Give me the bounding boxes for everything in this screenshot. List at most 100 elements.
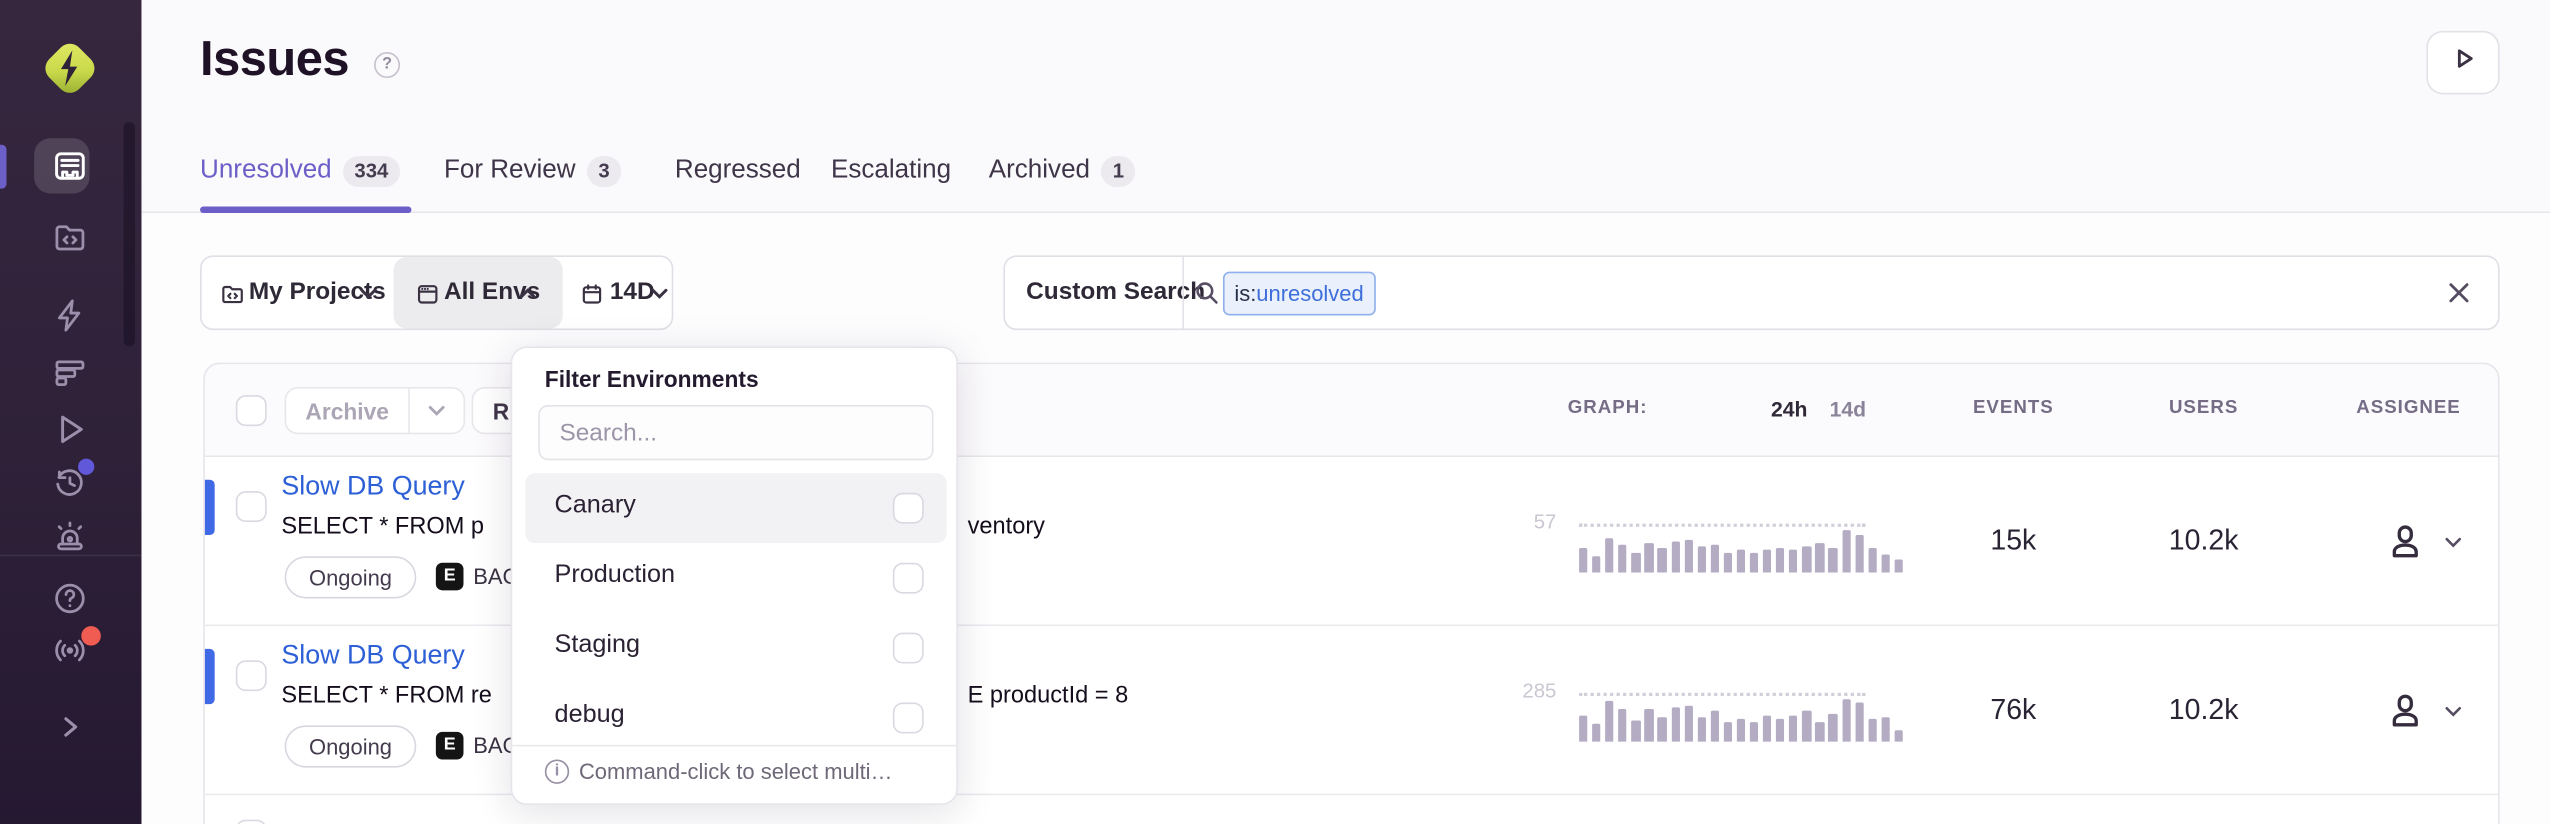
- environment-filter-dropdown: Filter Environments Canary Production St…: [511, 346, 958, 805]
- project-platform-badge: E: [436, 563, 464, 591]
- app-root: Issues ? Unresolved 334 For Review 3 Reg…: [0, 0, 2550, 824]
- env-option-production[interactable]: Production: [525, 543, 946, 613]
- page-title: Issues: [200, 33, 349, 88]
- option-checkbox[interactable]: [893, 703, 924, 734]
- alerts-icon[interactable]: [50, 517, 89, 556]
- info-icon: i: [545, 759, 569, 783]
- option-label: Canary: [555, 491, 636, 520]
- column-graph: GRAPH:: [1441, 398, 1648, 418]
- chevron-down-icon: [359, 286, 377, 301]
- column-assignee: ASSIGNEE: [2311, 398, 2506, 418]
- sidebar: [0, 0, 141, 824]
- archive-dropdown-caret[interactable]: [410, 389, 464, 433]
- unread-indicator-bar: [205, 480, 215, 535]
- sidebar-scrollbar[interactable]: [124, 122, 135, 346]
- option-checkbox[interactable]: [893, 563, 924, 594]
- projects-folder-icon: [220, 281, 246, 307]
- dropdown-footer-hint: i Command-click to select multi…: [545, 759, 893, 783]
- footer-hint-text: Command-click to select multi…: [579, 759, 893, 783]
- select-all-checkbox[interactable]: [236, 395, 267, 426]
- issue-title-link[interactable]: Slow DB Query: [281, 641, 464, 672]
- play-demo-button[interactable]: [2426, 31, 2499, 94]
- option-label: debug: [555, 701, 625, 730]
- sentry-logo-icon[interactable]: [37, 29, 102, 107]
- custom-search-button[interactable]: Custom Search: [1026, 278, 1205, 306]
- row-checkbox[interactable]: [236, 660, 267, 691]
- archive-split-button[interactable]: Archive: [285, 387, 466, 434]
- help-badge-icon[interactable]: ?: [374, 52, 400, 78]
- replays-icon[interactable]: [50, 410, 89, 449]
- graph-range-14d[interactable]: 14d: [1830, 397, 1866, 421]
- tab-label: For Review: [444, 156, 576, 185]
- row-checkbox[interactable]: [236, 820, 267, 824]
- search-divider: [1182, 257, 1184, 329]
- performance-icon[interactable]: [50, 296, 89, 335]
- graph-range-24h[interactable]: 24h: [1771, 397, 1807, 421]
- option-checkbox[interactable]: [893, 493, 924, 524]
- status-badge[interactable]: Ongoing: [285, 725, 417, 767]
- dropdown-title: Filter Environments: [545, 366, 759, 392]
- option-label: Staging: [555, 631, 641, 660]
- page-filter-bar: My Projects All Envs 14D: [200, 255, 673, 330]
- chevron-down-icon: [651, 286, 669, 301]
- issue-snippet-left: SELECT * FROM p: [281, 514, 484, 540]
- assignee-avatar-icon[interactable]: [2384, 690, 2426, 732]
- tab-escalating[interactable]: Escalating: [831, 151, 951, 190]
- assignee-chevron-down-icon[interactable]: [2443, 701, 2464, 722]
- play-icon: [2445, 41, 2481, 85]
- issues-icon[interactable]: [50, 146, 89, 185]
- whats-new-badge-dot: [81, 626, 101, 646]
- search-bar: Custom Search is:unresolved: [1003, 255, 2499, 330]
- profiling-icon[interactable]: [50, 353, 89, 392]
- users-count: 10.2k: [2106, 693, 2301, 727]
- sidebar-collapse-icon[interactable]: [50, 707, 89, 746]
- tab-label: Escalating: [831, 156, 951, 185]
- tab-for-review[interactable]: For Review 3: [444, 151, 621, 190]
- events-sparkline[interactable]: [1579, 529, 1909, 573]
- tab-count-badge: 334: [343, 155, 400, 186]
- calendar-icon: [579, 281, 605, 307]
- date-range-filter-button[interactable]: 14D: [610, 278, 655, 306]
- graph-peak-label: 285: [1457, 680, 1556, 703]
- env-option-staging[interactable]: Staging: [525, 613, 946, 683]
- help-icon[interactable]: [50, 579, 89, 618]
- graph-peak-label: 57: [1457, 511, 1556, 534]
- events-sparkline[interactable]: [1579, 698, 1909, 742]
- search-token-is-unresolved[interactable]: is:unresolved: [1223, 272, 1375, 316]
- token-key: is:: [1234, 281, 1256, 305]
- tab-regressed[interactable]: Regressed: [675, 151, 801, 190]
- env-option-canary[interactable]: Canary: [525, 473, 946, 543]
- issue-snippet-right: ventory: [968, 514, 1045, 540]
- chevron-up-icon: [519, 286, 537, 301]
- projects-icon[interactable]: [50, 218, 89, 257]
- unread-indicator-bar: [205, 649, 215, 704]
- archive-button-label[interactable]: Archive: [286, 389, 410, 433]
- issue-snippet-right: E productId = 8: [968, 683, 1129, 709]
- tab-archived[interactable]: Archived 1: [989, 151, 1136, 190]
- tab-label: Regressed: [675, 156, 801, 185]
- token-value: unresolved: [1256, 281, 1363, 305]
- environments-window-icon: [415, 281, 441, 307]
- assignee-chevron-down-icon[interactable]: [2443, 532, 2464, 553]
- row-checkbox[interactable]: [236, 491, 267, 522]
- environment-search-input[interactable]: [538, 405, 933, 460]
- assignee-avatar-icon[interactable]: [2384, 520, 2426, 562]
- sidebar-divider: [0, 555, 141, 557]
- dropdown-footer-divider: [512, 745, 956, 747]
- column-users: USERS: [2106, 398, 2301, 418]
- tab-unresolved[interactable]: Unresolved 334: [200, 151, 400, 190]
- active-item-accent-bar: [0, 145, 7, 189]
- env-option-debug[interactable]: debug: [525, 683, 946, 753]
- tab-label: Unresolved: [200, 156, 332, 185]
- tab-label: Archived: [989, 156, 1090, 185]
- tab-count-badge: 3: [587, 155, 621, 186]
- project-platform-badge: E: [436, 732, 464, 760]
- events-count: 15k: [1916, 524, 2111, 558]
- option-checkbox[interactable]: [893, 633, 924, 664]
- clear-search-icon[interactable]: [2448, 281, 2471, 304]
- status-badge[interactable]: Ongoing: [285, 556, 417, 598]
- column-events: EVENTS: [1916, 398, 2111, 418]
- users-count: 10.2k: [2106, 524, 2301, 558]
- issue-title-link[interactable]: Slow DB Query: [281, 472, 464, 503]
- tab-count-badge: 1: [1101, 155, 1135, 186]
